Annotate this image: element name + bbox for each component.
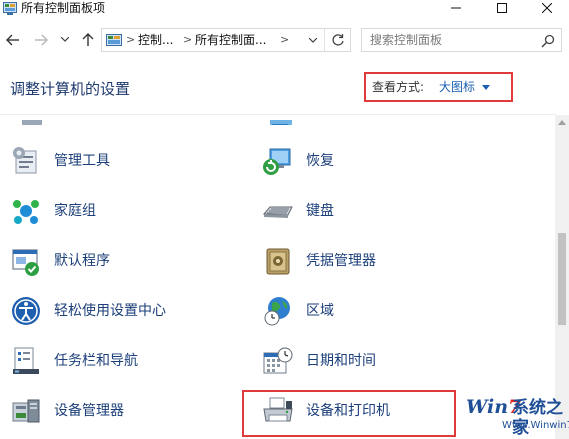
watermark-brand-cn: 系统之家 <box>512 398 563 438</box>
back-button[interactable] <box>3 30 23 50</box>
recent-locations-button[interactable] <box>58 30 72 50</box>
homegroup-icon <box>13 200 39 224</box>
control-panel-icon <box>106 34 122 46</box>
maximize-icon <box>497 3 507 13</box>
search-box[interactable]: 搜索控制面板 <box>361 28 562 52</box>
credential-manager-icon <box>266 248 290 275</box>
taskbar-icon <box>13 347 39 374</box>
title-bar: 所有控制面板项 <box>0 0 569 18</box>
breadcrumb-separator: > <box>126 33 136 46</box>
partial-item-icon <box>18 115 48 125</box>
item-admin-tools[interactable]: 管理工具 <box>10 143 240 179</box>
close-icon <box>542 3 552 13</box>
item-label: 日期和时间 <box>306 353 376 369</box>
item-region[interactable]: 区域 <box>262 293 492 329</box>
minimize-button[interactable] <box>434 0 478 16</box>
arrow-right-icon <box>35 34 48 46</box>
item-keyboard[interactable]: 键盘 <box>262 193 492 229</box>
vertical-scrollbar[interactable] <box>555 115 569 439</box>
item-label: 区域 <box>306 303 334 319</box>
item-homegroup[interactable]: 家庭组 <box>10 193 240 229</box>
forward-button[interactable] <box>31 30 51 50</box>
watermark-logo: Win7 系统之家 Www.Winwin7.com <box>462 396 569 439</box>
item-label: 键盘 <box>306 203 334 219</box>
item-label: 设备管理器 <box>54 403 124 419</box>
partial-item-icon <box>266 115 296 125</box>
item-ease-of-access[interactable]: 轻松使用设置中心 <box>10 293 240 329</box>
highlight-box <box>242 390 456 437</box>
arrow-up-icon <box>82 33 94 46</box>
close-button[interactable] <box>525 0 569 16</box>
search-placeholder: 搜索控制面板 <box>370 33 443 47</box>
breadcrumb-separator: > <box>183 33 193 46</box>
window-title: 所有控制面板项 <box>21 1 106 15</box>
view-by-selector[interactable]: 查看方式: 大图标 <box>364 72 513 102</box>
item-label: 家庭组 <box>54 203 96 219</box>
arrow-left-icon <box>6 34 19 46</box>
up-button[interactable] <box>78 30 98 50</box>
dropdown-arrow-icon[interactable] <box>482 85 490 90</box>
chevron-down-icon <box>61 37 69 42</box>
address-bar[interactable]: > 控制... > 所有控制面... > <box>101 28 351 52</box>
breadcrumb-separator: > <box>280 33 290 46</box>
view-by-label: 查看方式: <box>372 80 425 94</box>
keyboard-icon <box>262 206 293 218</box>
scroll-up-arrow-icon[interactable] <box>558 120 566 125</box>
item-label: 恢复 <box>306 153 334 169</box>
scroll-thumb[interactable] <box>558 233 566 325</box>
page-title: 调整计算机的设置 <box>10 80 131 98</box>
breadcrumb-item[interactable]: 控制... <box>138 32 173 48</box>
item-date-time[interactable]: 日期和时间 <box>262 343 492 379</box>
minimize-icon <box>451 7 461 9</box>
breadcrumb-item[interactable]: 所有控制面... <box>195 32 266 48</box>
date-time-icon <box>263 347 293 374</box>
default-programs-icon <box>12 249 39 276</box>
item-recovery[interactable]: 恢复 <box>262 143 492 179</box>
search-icon[interactable] <box>541 34 555 48</box>
item-default-programs[interactable]: 默认程序 <box>10 243 240 279</box>
item-label: 管理工具 <box>54 153 110 169</box>
item-taskbar-navigation[interactable]: 任务栏和导航 <box>10 343 240 379</box>
maximize-button[interactable] <box>480 0 524 16</box>
item-label: 轻松使用设置中心 <box>54 303 166 319</box>
partial-icon <box>22 115 42 125</box>
region-icon <box>264 297 290 326</box>
item-label: 默认程序 <box>54 253 110 269</box>
admin-tools-icon <box>13 147 37 174</box>
device-manager-icon <box>12 399 40 423</box>
refresh-icon[interactable] <box>331 33 345 47</box>
item-label: 任务栏和导航 <box>54 353 138 369</box>
ease-of-access-icon <box>12 297 40 325</box>
item-label: 凭据管理器 <box>306 253 376 269</box>
recovery-icon <box>263 148 291 175</box>
item-credential-manager[interactable]: 凭据管理器 <box>262 243 492 279</box>
item-device-manager[interactable]: 设备管理器 <box>10 393 240 429</box>
control-panel-icon <box>3 2 17 15</box>
watermark-url: Www.Winwin7.com <box>502 420 569 431</box>
partial-icon <box>270 115 292 125</box>
chevron-down-icon[interactable] <box>309 38 317 44</box>
navigation-bar: > 控制... > 所有控制面... > 搜索控制面板 <box>0 24 569 56</box>
view-by-dropdown[interactable]: 大图标 <box>439 80 475 95</box>
